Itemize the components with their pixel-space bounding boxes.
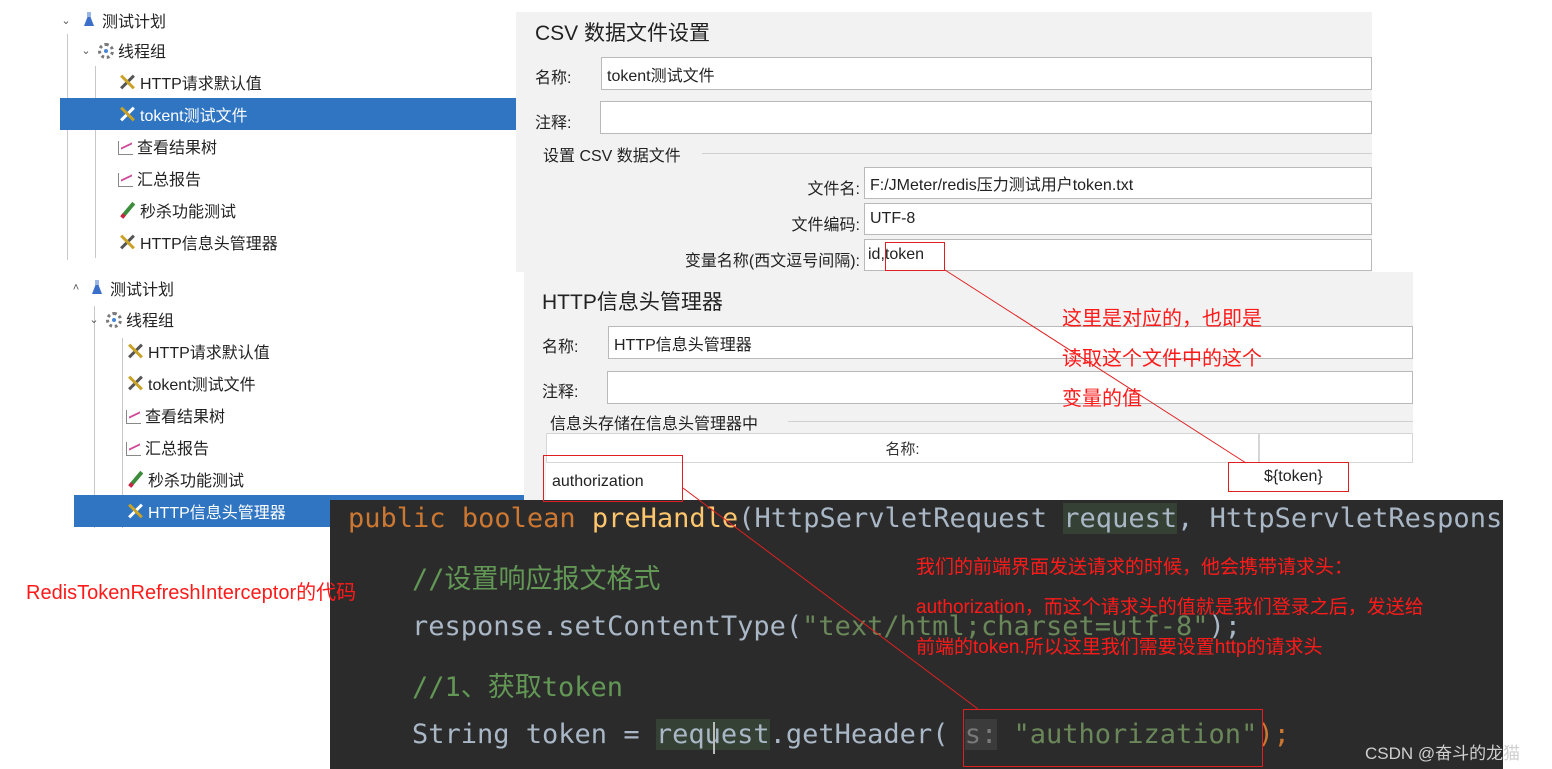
annotation-mapping-line2: 读取这个文件中的这个 bbox=[1062, 348, 1262, 370]
annotation-explain-line1: 我们的前端界面发送请求的时候，他会携带请求头： bbox=[916, 557, 1354, 578]
annotation-mapping-line1: 这里是对应的，也即是 bbox=[1062, 308, 1262, 330]
annotation-interceptor: RedisTokenRefreshInterceptor的代码 bbox=[26, 582, 357, 604]
annotation-explain-line2: authorization，而这个请求头的值就是我们登录之后，发送给 bbox=[916, 597, 1424, 618]
watermark: CSDN @奋斗的龙猫 bbox=[1365, 744, 1521, 763]
annotation-explain-line3: 前端的token.所以这里我们需要设置http的请求头 bbox=[916, 637, 1323, 658]
annotation-mapping-line3: 变量的值 bbox=[1062, 388, 1142, 410]
